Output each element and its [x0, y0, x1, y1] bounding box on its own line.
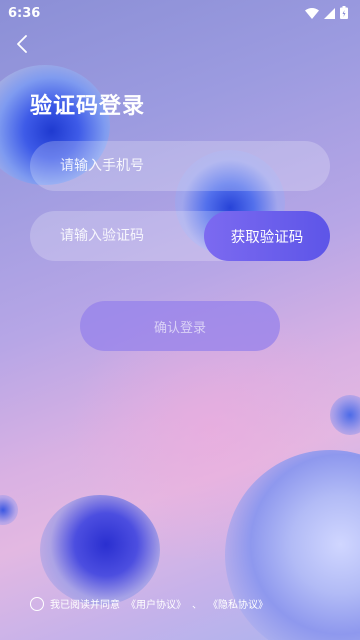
code-input[interactable] — [30, 211, 210, 261]
phone-input[interactable] — [30, 141, 330, 191]
user-agreement-link[interactable]: 《用户协议》 — [126, 596, 186, 611]
agreement-row: 我已阅读并同意 《用户协议》 、 《隐私协议》 — [30, 596, 268, 611]
background-orb — [330, 395, 360, 435]
code-field: 获取验证码 — [30, 211, 330, 261]
agreement-separator: 、 — [192, 600, 202, 611]
back-button[interactable] — [10, 34, 34, 58]
wifi-icon — [305, 4, 319, 23]
privacy-policy-link[interactable]: 《隐私协议》 — [208, 596, 268, 611]
background-orb — [0, 495, 18, 525]
phone-field — [30, 141, 330, 191]
signal-icon — [324, 4, 335, 23]
battery-icon — [340, 4, 348, 23]
chevron-left-icon — [16, 35, 28, 57]
background-orb — [40, 495, 160, 605]
confirm-login-button[interactable]: 确认登录 — [80, 301, 280, 351]
status-time: 6:36 — [8, 5, 41, 21]
status-icons — [305, 4, 348, 23]
agreement-checkbox[interactable] — [30, 596, 44, 611]
background-orb — [225, 450, 360, 640]
get-code-button[interactable]: 获取验证码 — [204, 211, 330, 261]
status-bar: 6:36 — [0, 0, 360, 26]
agreement-prefix: 我已阅读并同意 — [50, 600, 120, 611]
page-title: 验证码登录 — [30, 94, 146, 119]
